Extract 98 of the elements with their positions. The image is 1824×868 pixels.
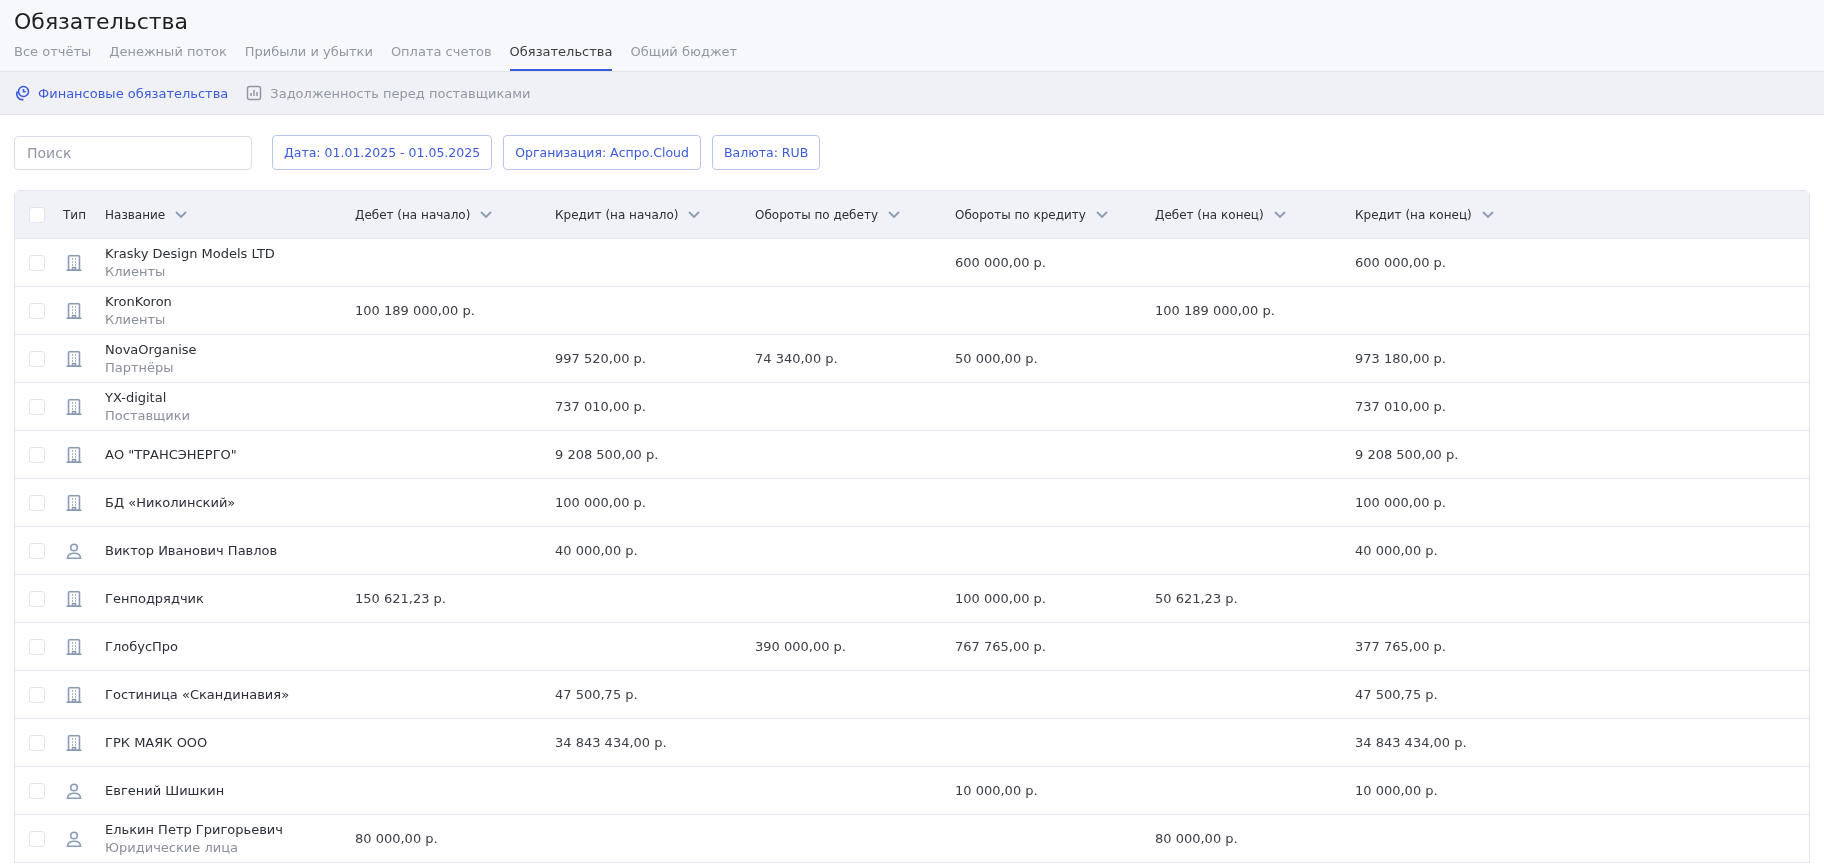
page-title: Обязательства (14, 8, 190, 36)
column-header[interactable]: Кредит (на начало) (555, 207, 753, 222)
bar-chart-icon (246, 85, 263, 101)
checkbox[interactable] (29, 350, 45, 367)
column-header[interactable]: Обороты по кредиту (955, 207, 1153, 222)
contractor-name: ГРК МАЯК ООО (105, 735, 209, 750)
filter-button[interactable]: Валюта: RUB (711, 135, 821, 170)
contractor-name: Виктор Иванович Павлов (105, 543, 279, 558)
contractor-name: Елькин Петр Григорьевич (105, 822, 284, 837)
contractor-group: Поставщики (105, 408, 353, 423)
checkbox[interactable] (29, 830, 45, 847)
amount: 10 000,00 р. (1355, 783, 1439, 798)
building-icon (65, 397, 83, 416)
building-icon (65, 685, 83, 704)
amount: 80 000,00 р. (355, 831, 439, 846)
person-icon (65, 541, 83, 560)
column-header[interactable]: Кредит (на конец) (1355, 207, 1809, 222)
amount: 100 000,00 р. (555, 495, 647, 510)
person-icon (65, 781, 83, 800)
column-header[interactable]: Название (105, 207, 353, 222)
checkbox[interactable] (29, 398, 45, 415)
amount: 390 000,00 р. (755, 639, 847, 654)
building-icon (65, 349, 83, 368)
checkbox[interactable] (29, 206, 45, 223)
column-header[interactable]: Дебет (на конец) (1155, 207, 1353, 222)
amount: 737 010,00 р. (555, 399, 647, 414)
chevron-down-icon (175, 210, 188, 219)
chevron-down-icon (1095, 210, 1108, 219)
checkbox[interactable] (29, 590, 45, 607)
building-icon (65, 733, 83, 752)
checkbox[interactable] (29, 686, 45, 703)
amount: 34 843 434,00 р. (1355, 735, 1468, 750)
checkbox[interactable] (29, 542, 45, 559)
filter-button[interactable]: Организация: Аспро.Cloud (503, 135, 701, 170)
building-icon (65, 589, 83, 608)
amount: 50 000,00 р. (955, 351, 1039, 366)
amount: 100 189 000,00 р. (1155, 303, 1276, 318)
amount: 9 208 500,00 р. (555, 447, 660, 462)
building-icon (65, 253, 83, 272)
chevron-down-icon (888, 210, 900, 219)
amount: 767 765,00 р. (955, 639, 1047, 654)
checkbox[interactable] (29, 254, 45, 271)
amount: 40 000,00 р. (555, 543, 639, 558)
contractor-name: Гостиница «Скандинавия» (105, 687, 291, 702)
chevron-down-icon (1481, 210, 1494, 219)
chevron-down-icon (480, 210, 493, 219)
contractor-name: Евгений Шишкин (105, 783, 226, 798)
clock-icon (14, 85, 30, 101)
checkbox[interactable] (29, 638, 45, 655)
building-icon (65, 445, 83, 464)
contractor-name: Krasky Design Models LTD (105, 246, 276, 261)
chevron-down-icon (688, 210, 701, 219)
amount: 47 500,75 р. (1355, 687, 1439, 702)
contractor-name: АО "ТРАНСЭНЕРГО" (105, 447, 238, 462)
contractor-group: Клиенты (105, 312, 353, 327)
column-header: Тип (63, 207, 87, 222)
amount: 50 621,23 р. (1155, 591, 1239, 606)
contractor-name: NovaOrganise (105, 342, 198, 357)
contractor-group: Клиенты (105, 264, 353, 279)
amount: 377 765,00 р. (1355, 639, 1447, 654)
amount: 737 010,00 р. (1355, 399, 1447, 414)
amount: 40 000,00 р. (1355, 543, 1439, 558)
contractor-name: YX-digital (105, 390, 168, 405)
contractor-name: KronKoron (105, 294, 173, 309)
contractor-group: Партнёры (105, 360, 353, 375)
contractor-group: Юридические лица (105, 840, 353, 855)
amount: 80 000,00 р. (1155, 831, 1239, 846)
chevron-down-icon (1273, 210, 1286, 219)
column-header[interactable]: Дебет (на начало) (355, 207, 553, 222)
amount: 47 500,75 р. (555, 687, 639, 702)
amount: 100 000,00 р. (955, 591, 1047, 606)
checkbox[interactable] (29, 302, 45, 319)
checkbox[interactable] (29, 782, 45, 799)
column-header[interactable]: Обороты по дебету (755, 207, 953, 222)
contractor-name: Генподрядчик (105, 591, 205, 606)
person-icon (65, 829, 83, 848)
checkbox[interactable] (29, 494, 45, 511)
contractor-name: БД «Николинский» (105, 495, 237, 510)
contractor-name: ГлобусПро (105, 639, 180, 654)
amount: 150 621,23 р. (355, 591, 447, 606)
amount: 997 520,00 р. (555, 351, 647, 366)
building-icon (65, 493, 83, 512)
amount: 9 208 500,00 р. (1355, 447, 1460, 462)
building-icon (65, 637, 83, 656)
subtab[interactable]: Финансовые обязательства (14, 85, 229, 101)
amount: 34 843 434,00 р. (555, 735, 668, 750)
amount: 600 000,00 р. (955, 255, 1047, 270)
building-icon (65, 301, 83, 320)
amount: 10 000,00 р. (955, 783, 1039, 798)
checkbox[interactable] (29, 734, 45, 751)
amount: 100 189 000,00 р. (355, 303, 476, 318)
checkbox[interactable] (29, 446, 45, 463)
amount: 600 000,00 р. (1355, 255, 1447, 270)
amount: 74 340,00 р. (755, 351, 839, 366)
amount: 100 000,00 р. (1355, 495, 1447, 510)
filter-button[interactable]: Дата: 01.01.2025 - 01.05.2025 (272, 135, 493, 170)
amount: 973 180,00 р. (1355, 351, 1447, 366)
search-field[interactable]: Поиск (14, 135, 252, 170)
